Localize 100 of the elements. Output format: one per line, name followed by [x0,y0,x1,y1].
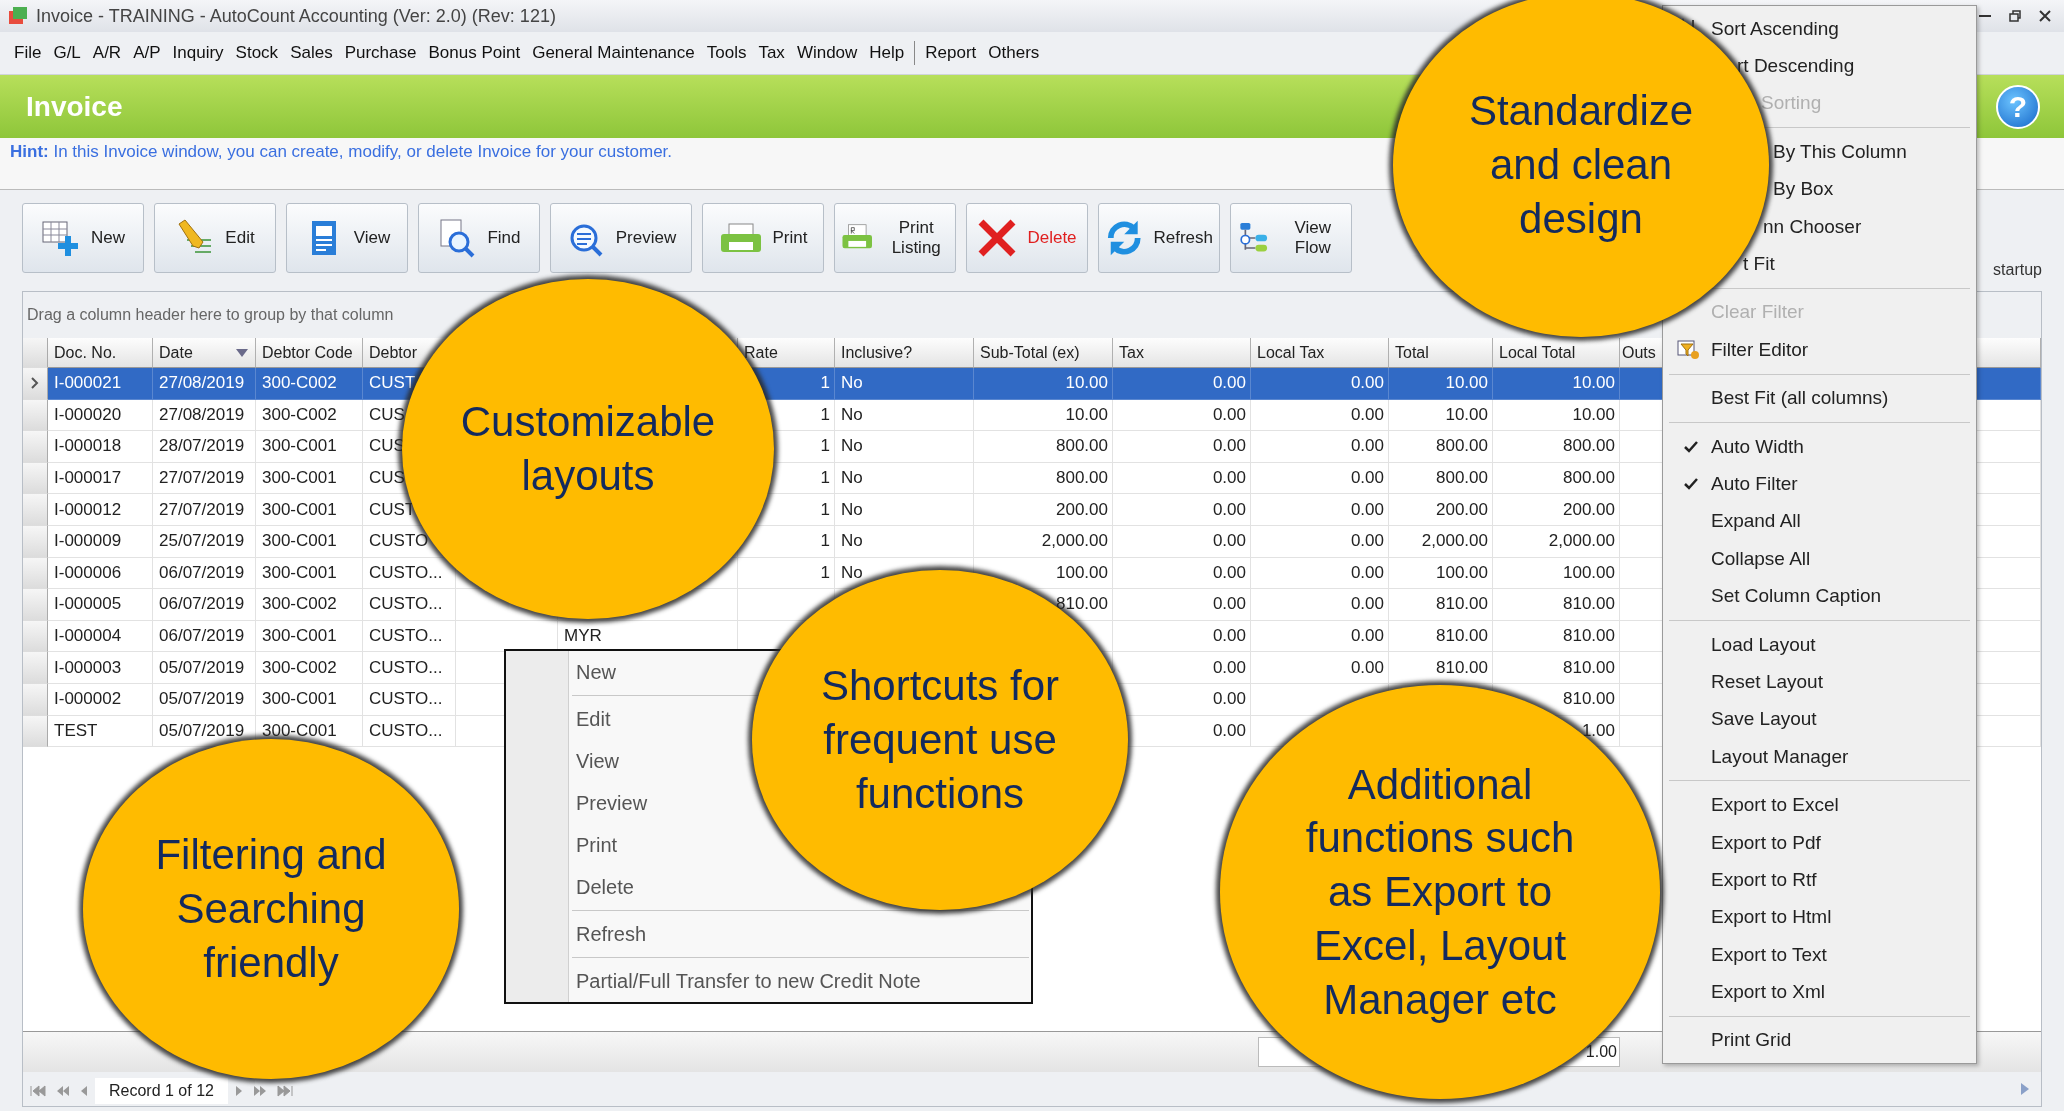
table-cell: 1 [820,436,830,457]
table-cell: 1 [820,373,830,394]
table-cell: 300-C002 [262,404,337,425]
table-cell: 810.00 [1563,689,1615,710]
table-cell: 300-C001 [262,531,337,552]
column-menu-item[interactable]: Layout Manager [1669,738,1853,776]
toolbar-button[interactable]: Delete [966,203,1088,273]
close-icon [2038,9,2052,23]
column-menu-item[interactable]: Export to Excel [1669,786,1843,824]
table-cell: 100.00 [1056,562,1108,583]
row-header[interactable] [23,589,48,621]
menu-item[interactable]: Others [982,39,1046,67]
menu-item[interactable]: Window [790,39,864,67]
column-menu-item[interactable]: Export to Xml [1669,973,1830,1011]
toolbar-button[interactable]: View [286,203,408,273]
menu-item[interactable]: Tax [752,39,791,67]
toolbar-button[interactable]: New [22,203,144,273]
refresh-icon [1105,218,1144,258]
toolbar-button[interactable]: Preview [550,203,692,273]
row-header[interactable] [23,399,48,432]
row-header[interactable] [23,683,48,716]
column-header[interactable]: Rate [738,338,835,368]
table-cell: 100.00 [1563,562,1615,583]
context-menu-item[interactable]: Delete [572,866,638,908]
table-cell: 1 [820,531,830,552]
row-header[interactable] [23,652,48,684]
table-cell: 0.00 [1212,594,1246,615]
column-menu-item[interactable]: By Box [1769,170,1838,208]
column-header[interactable]: Doc. No. [48,338,153,368]
menu-item[interactable]: Tools [700,39,753,67]
toolbar-button[interactable]: Print Listing [834,203,956,273]
toolbar-button[interactable]: Find [418,203,540,273]
row-header[interactable] [23,557,48,590]
menu-item[interactable]: Purchase [338,39,423,67]
table-cell: CUS [369,404,405,425]
table-cell: 300-C001 [262,626,337,647]
table-cell: I-000005 [54,594,122,615]
page-title: Invoice [26,90,123,123]
table-cell: 05/07/2019 [159,689,245,710]
column-menu-item[interactable]: By This Column [1769,133,1911,171]
column-menu-item[interactable]: nn Chooser [1759,207,1866,246]
dropdown-arrow-icon[interactable] [235,347,249,358]
context-menu-item[interactable]: Partial/Full Transfer to new Credit Note [572,960,925,1002]
table-cell: 810.00 [1436,594,1488,615]
table-cell: I-000020 [54,404,122,425]
first-record-button[interactable] [27,1085,49,1097]
table-cell: 0.00 [1350,436,1384,457]
column-header[interactable]: Debtor Code [256,338,363,368]
table-cell: 810.00 [1563,594,1615,615]
row-header[interactable] [23,525,48,558]
column-header[interactable]: Date [153,338,256,368]
column-header[interactable]: Tax [1113,338,1251,368]
table-cell: 0.00 [1212,499,1246,520]
menu-item[interactable]: A/P [127,39,167,67]
menu-item[interactable]: Inquiry [166,39,230,67]
table-cell: MYR [564,626,602,647]
column-header[interactable]: Total [1389,338,1493,368]
menu-item[interactable]: File [8,39,48,67]
column-menu-item[interactable]: Load Layout [1669,625,1820,664]
table-cell: No [841,531,863,552]
context-menu-item[interactable]: Print [572,824,622,866]
menu-item[interactable]: Report [919,39,983,67]
column-menu-item[interactable]: Export to Rtf [1669,861,1821,899]
toolbar-button[interactable]: View Flow [1230,203,1352,273]
column-menu-item[interactable]: Export to Pdf [1669,823,1825,862]
menu-item[interactable]: Sales [284,39,339,67]
column-menu-item[interactable]: t Fit [1739,245,1779,283]
toolbar-button[interactable]: Edit [154,203,276,273]
column-header[interactable]: Sub-Total (ex) [974,338,1113,368]
row-header[interactable] [23,462,48,495]
table-cell: 10.00 [1445,373,1488,394]
menu-item[interactable]: General Maintenance [526,39,701,67]
menu-item[interactable]: G/L [47,39,87,67]
toolbar-button[interactable]: Print [702,203,824,273]
row-header[interactable] [23,431,48,463]
menu-item[interactable]: Stock [229,39,285,67]
toolbar-button[interactable]: Refresh [1098,203,1220,273]
column-menu-item[interactable]: Print Grid [1669,1021,1796,1060]
row-header[interactable] [23,368,48,400]
column-header[interactable]: Local Total [1493,338,1620,368]
row-header[interactable] [23,715,48,748]
menu-item[interactable]: Help [863,39,911,67]
table-cell: I-000009 [54,531,122,552]
column-menu-item[interactable]: Export to Text [1669,936,1831,974]
table-cell: 300-C001 [262,562,337,583]
menu-item[interactable]: Bonus Point [422,39,527,67]
row-header[interactable] [23,620,48,653]
column-header[interactable]: Inclusive? [835,338,974,368]
column-header[interactable]: Local Tax [1251,338,1389,368]
table-cell: 27/08/2019 [159,373,245,394]
column-menu-item[interactable]: Export to Html [1669,898,1836,936]
context-menu-item[interactable]: View [572,740,623,782]
table-cell: CUSTO... [369,689,443,710]
table-cell: 300-C001 [262,499,337,520]
row-header[interactable] [23,494,48,526]
menu-item[interactable]: A/R [86,39,128,67]
context-menu-item[interactable]: Refresh [572,913,651,955]
context-menu-item[interactable]: Preview [572,782,652,824]
scroll-right-icon[interactable] [2020,1082,2030,1096]
table-cell: 800.00 [1563,436,1615,457]
